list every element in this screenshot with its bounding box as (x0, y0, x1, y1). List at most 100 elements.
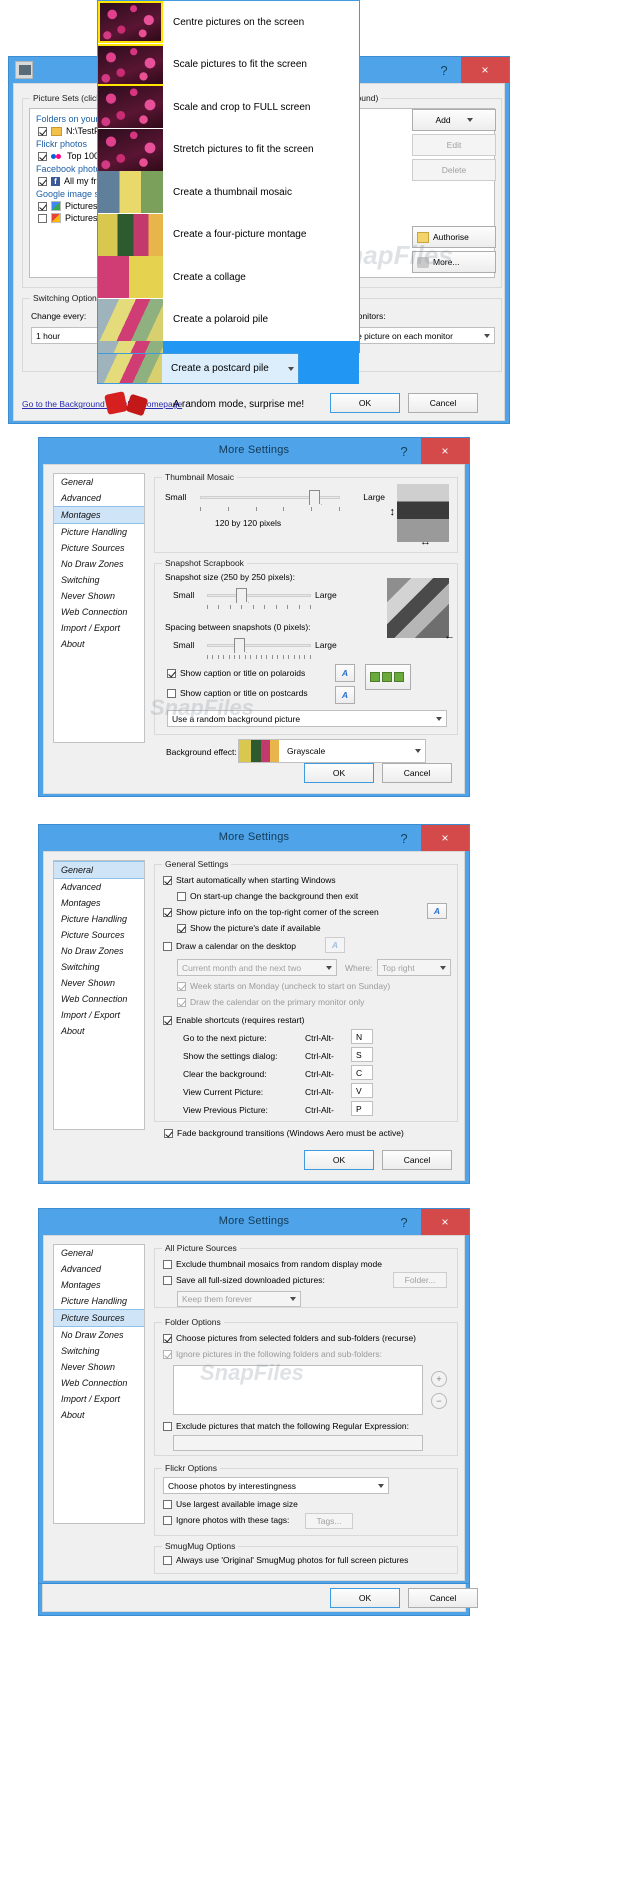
check-picture-date-row[interactable]: Show the picture's date if available (177, 923, 321, 933)
sidebar-item-general[interactable]: General (54, 861, 144, 879)
cancel-button[interactable]: Cancel (382, 763, 452, 783)
display-mode-dropdown[interactable]: Centre pictures on the screen Scale pict… (97, 0, 360, 417)
add-button[interactable]: Add (412, 109, 496, 131)
checkbox-flickr[interactable] (38, 151, 47, 161)
sidebar-item-web-connection[interactable]: Web Connection (54, 991, 144, 1007)
check-recurse-row[interactable]: Choose pictures from selected folders an… (163, 1333, 416, 1343)
display-mode-combo[interactable]: Create a postcard pile (97, 353, 299, 384)
sidebar-item-montages[interactable]: Montages (54, 1277, 144, 1293)
sidebar-item-never-shown[interactable]: Never Shown (54, 588, 144, 604)
sidebar-item-never-shown[interactable]: Never Shown (54, 975, 144, 991)
mosaic-size-slider[interactable] (200, 490, 340, 511)
checkbox-week-starts-monday[interactable] (177, 981, 186, 991)
check-picture-info-row[interactable]: Show picture info on the top-right corne… (163, 907, 379, 917)
sidebar-item-general[interactable]: General (54, 474, 144, 490)
checkbox-save-full-sized[interactable] (163, 1275, 172, 1285)
sidebar-item-switching[interactable]: Switching (54, 959, 144, 975)
delete-button[interactable]: Delete (412, 159, 496, 181)
keep-pictures-combo[interactable]: Keep them forever (177, 1291, 301, 1307)
folder-button[interactable]: Folder... (393, 1272, 447, 1288)
checkbox-folder[interactable] (38, 126, 47, 136)
sidebar-item-import-export[interactable]: Import / Export (54, 1391, 144, 1407)
regex-input[interactable] (173, 1435, 423, 1451)
checkbox-ignore-folders[interactable] (163, 1349, 172, 1359)
sidebar-item-montages[interactable]: Montages (54, 506, 144, 524)
ok-button[interactable]: OK (304, 1150, 374, 1170)
sidebar-item-web-connection[interactable]: Web Connection (54, 1375, 144, 1391)
show-caption-polaroids-row[interactable]: Show caption or title on polaroids (167, 668, 305, 678)
check-fade-row[interactable]: Fade background transitions (Windows Aer… (164, 1128, 404, 1138)
calendar-where-combo[interactable]: Top right (377, 959, 451, 976)
dropdown-item-mosaic[interactable]: Create a thumbnail mosaic (98, 171, 359, 214)
check-calendar-row[interactable]: Draw a calendar on the desktop (163, 941, 296, 951)
sidebar-item-no-draw-zones[interactable]: No Draw Zones (54, 556, 144, 572)
checkbox-smugmug-original[interactable] (163, 1555, 172, 1565)
dropdown-item-collage[interactable]: Create a collage (98, 256, 359, 299)
sidebar-item-import-export[interactable]: Import / Export (54, 1007, 144, 1023)
sidebar-item-picture-sources[interactable]: Picture Sources (54, 540, 144, 556)
help-button[interactable]: ? (427, 57, 461, 83)
sidebar-item-about[interactable]: About (54, 636, 144, 652)
close-button[interactable]: × (421, 825, 469, 851)
checkbox-ignore-tags[interactable] (163, 1515, 172, 1525)
checkbox-draw-calendar[interactable] (163, 941, 172, 951)
check-ignore-folders-row[interactable]: Ignore pictures in the following folders… (163, 1349, 382, 1359)
dropdown-item-montage[interactable]: Create a four-picture montage (98, 213, 359, 257)
sidebar-item-advanced[interactable]: Advanced (54, 1261, 144, 1277)
close-button[interactable]: × (461, 57, 509, 83)
sidebar-item-switching[interactable]: Switching (54, 572, 144, 588)
sidebar-item-advanced[interactable]: Advanced (54, 879, 144, 895)
checkbox-show-picture-info[interactable] (163, 907, 172, 917)
font-button-postcards[interactable]: A (335, 686, 355, 704)
check-start-auto-row[interactable]: Start automatically when starting Window… (163, 875, 336, 885)
check-largest-row[interactable]: Use largest available image size (163, 1499, 298, 1509)
check-regex-row[interactable]: Exclude pictures that match the followin… (163, 1421, 409, 1431)
check-week-monday-row[interactable]: Week starts on Monday (uncheck to start … (177, 981, 390, 991)
font-button-calendar[interactable]: A (325, 937, 345, 953)
checkbox-start-automatically[interactable] (163, 875, 172, 885)
sidebar-item-picture-handling[interactable]: Picture Handling (54, 911, 144, 927)
ok-button[interactable]: OK (304, 763, 374, 783)
sidebar-item-web-connection[interactable]: Web Connection (54, 604, 144, 620)
shortcut-key-combo-view-previous[interactable]: P (351, 1101, 373, 1116)
checkbox-fade-transitions[interactable] (164, 1128, 173, 1138)
cancel-button[interactable]: Cancel (382, 1150, 452, 1170)
settings-nav[interactable]: General Advanced Montages Picture Handli… (53, 860, 145, 1130)
checkbox-google-2[interactable] (38, 213, 47, 223)
check-shortcuts-row[interactable]: Enable shortcuts (requires restart) (163, 1015, 305, 1025)
snapshot-size-slider[interactable] (207, 588, 311, 609)
sidebar-item-general[interactable]: General (54, 1245, 144, 1261)
flickr-sort-combo[interactable]: Choose photos by interestingness (163, 1477, 389, 1494)
dropdown-item-polaroid[interactable]: Create a polaroid pile (98, 298, 359, 342)
calendar-range-combo[interactable]: Current month and the next two (177, 959, 337, 976)
edit-button[interactable]: Edit (412, 134, 496, 156)
sidebar-item-never-shown[interactable]: Never Shown (54, 1359, 144, 1375)
checkbox-recurse-subfolders[interactable] (163, 1333, 172, 1343)
check-startup-exit-row[interactable]: On start-up change the background then e… (177, 891, 358, 901)
background-effect-combo[interactable]: Grayscale (238, 739, 426, 763)
checkbox-calendar-primary-monitor[interactable] (177, 997, 186, 1007)
window3-titlebar[interactable]: More Settings ? × (39, 825, 469, 851)
background-picture-combo[interactable]: Use a random background picture (167, 710, 447, 727)
sidebar-item-picture-handling[interactable]: Picture Handling (54, 524, 144, 540)
checkbox-show-picture-date[interactable] (177, 923, 186, 933)
remove-folder-button[interactable]: − (431, 1393, 447, 1409)
sidebar-item-picture-handling[interactable]: Picture Handling (54, 1293, 144, 1309)
check-exclude-mosaics-row[interactable]: Exclude thumbnail mosaics from random di… (163, 1259, 382, 1269)
cancel-button-w4[interactable]: Cancel (408, 1588, 478, 1608)
check-smugmug-row[interactable]: Always use 'Original' SmugMug photos for… (163, 1555, 408, 1565)
authorise-button[interactable]: Authorise (412, 226, 496, 248)
checkbox-exclude-regex[interactable] (163, 1421, 172, 1431)
add-folder-button[interactable]: + (431, 1371, 447, 1387)
sidebar-item-picture-sources[interactable]: Picture Sources (54, 1309, 144, 1327)
ok-button-w4[interactable]: OK (330, 1588, 400, 1608)
shortcut-key-combo-next[interactable]: N (351, 1029, 373, 1044)
checkbox-exclude-mosaics[interactable] (163, 1259, 172, 1269)
window4-titlebar[interactable]: More Settings ? × (39, 1209, 469, 1235)
dropdown-item-centre[interactable]: Centre pictures on the screen (98, 1, 359, 44)
check-primary-monitor-row[interactable]: Draw the calendar on the primary monitor… (177, 997, 364, 1007)
sidebar-item-advanced[interactable]: Advanced (54, 490, 144, 506)
spacing-slider[interactable] (207, 638, 311, 659)
checkbox-startup-change-exit[interactable] (177, 891, 186, 901)
font-button-polaroids[interactable]: A (335, 664, 355, 682)
